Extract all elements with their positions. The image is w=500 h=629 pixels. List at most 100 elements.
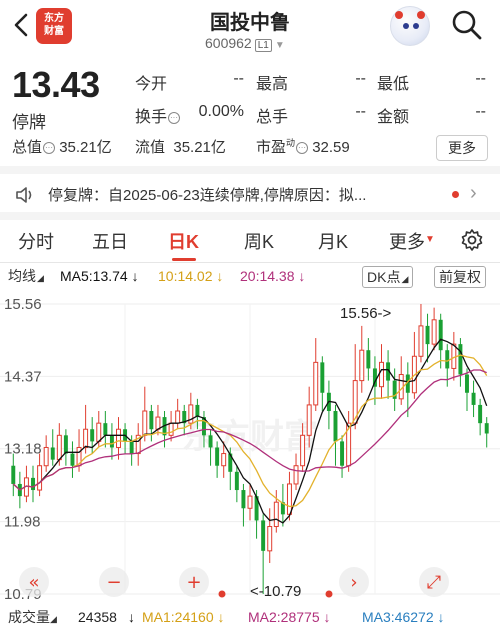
candle-body [431, 319, 437, 345]
ma5-value: MA5:13.74 ↓ [60, 268, 139, 284]
top-bar: 东方 财富 国投中鲁 600962 L1 ▼ [0, 0, 500, 60]
divider [0, 212, 500, 220]
ma-indicator-row: 均线◢ MA5:13.74 ↓ 10:14.02 ↓ 20:14.38 ↓ DK… [0, 266, 500, 288]
candle-body [300, 434, 306, 467]
tab-five-day[interactable]: 五日 [92, 228, 128, 254]
candle-body [116, 428, 121, 448]
caret-down-icon: ▼ [274, 40, 285, 51]
ma10-value: 10:14.02 ↓ [158, 268, 224, 284]
vma1-value: MA1:24160 ↓ [142, 609, 225, 625]
brand-logo: 东方 财富 [36, 8, 72, 44]
y-tick-label: 15.56 [4, 296, 42, 313]
candle-body [247, 495, 253, 509]
fullscreen-icon[interactable]: ⤢ [427, 572, 442, 593]
search-icon[interactable] [450, 8, 484, 42]
divider-dot: ↓ [128, 609, 135, 625]
amount-value: -- [475, 103, 486, 120]
scroll-left-icon[interactable]: « [28, 572, 39, 593]
max-price-label: 15.56-> [340, 305, 392, 322]
tab-monthly-k[interactable]: 月K [318, 228, 348, 254]
candle-body [293, 465, 299, 485]
level-badge: L1 [254, 39, 272, 52]
last-price: 13.43 [12, 64, 100, 105]
caret-down-icon: ▼ [425, 234, 435, 245]
candle-body [333, 411, 338, 442]
candle-body [313, 361, 319, 406]
candle-body [37, 465, 43, 491]
trading-status: 停牌 [12, 113, 46, 132]
scroll-right-icon[interactable]: › [350, 572, 357, 593]
price-adjust-button[interactable]: 前复权 [434, 266, 486, 288]
tab-weekly-k[interactable]: 周K [244, 228, 274, 254]
candle-body [478, 404, 483, 424]
open-label: 今开 [135, 76, 168, 93]
candle-body [83, 428, 89, 448]
info-icon[interactable]: ··· [296, 142, 309, 154]
candle-body [142, 410, 148, 436]
dk-point-button[interactable]: DK点◢ [362, 266, 414, 288]
open-value: -- [233, 70, 244, 87]
divider [0, 166, 500, 174]
tab-intraday[interactable]: 分时 [18, 228, 54, 254]
candle-body [96, 422, 102, 442]
y-tick-label: 13.18 [4, 441, 42, 458]
candle-body [306, 404, 312, 436]
vma2-value: MA2:28775 ↓ [248, 609, 331, 625]
unread-dot [452, 191, 459, 198]
assistant-avatar-icon[interactable] [390, 6, 430, 46]
candle-body [221, 453, 227, 467]
float-cap: 流值 35.21亿 [135, 139, 226, 156]
candle-body [261, 520, 266, 551]
chevron-right-icon[interactable]: › [470, 182, 477, 205]
active-tab-indicator [172, 258, 196, 261]
candle-body [425, 325, 430, 345]
candle-body [286, 483, 292, 515]
candle-body [471, 392, 476, 405]
candle-body [234, 471, 239, 491]
candle-body [175, 410, 181, 424]
candle-body [418, 325, 424, 357]
kline-chart[interactable]: 东方财富 15.56 14.37 13.18 11.98 10.79 15.56-> <-… [0, 288, 500, 608]
candle-body [50, 447, 55, 460]
candle-body [379, 361, 384, 388]
candle-body [320, 362, 325, 393]
vma3-value: MA3:46272 ↓ [362, 609, 445, 625]
settings-gear-icon[interactable] [460, 228, 484, 252]
back-arrow-icon[interactable] [8, 10, 36, 40]
info-icon[interactable]: ··· [168, 112, 181, 124]
candle-body [43, 446, 49, 467]
amount-label: 金额 [377, 109, 410, 126]
stock-code: 600962 [205, 35, 252, 51]
notice-text: 停复牌：自2025-06-23连续停牌,停牌原因：拟... [48, 187, 367, 204]
event-dot [325, 590, 333, 598]
event-dot [218, 590, 226, 598]
candle-body [273, 501, 279, 528]
volume-type-selector[interactable]: 成交量◢ [8, 607, 57, 629]
more-button[interactable]: 更多 [436, 135, 488, 161]
candle-body [208, 435, 213, 448]
stock-code-row[interactable]: 600962 L1 ▼ [205, 35, 285, 52]
ma-type-selector[interactable]: 均线◢ [8, 266, 44, 288]
candle-body [168, 422, 174, 436]
candle-body [215, 447, 220, 466]
candle-body [103, 423, 108, 436]
candle-body [63, 435, 68, 454]
tab-more[interactable]: 更多▼ [389, 228, 435, 254]
zoom-out-icon[interactable]: − [106, 572, 121, 593]
candle-body [11, 465, 16, 484]
candle-body [31, 477, 35, 491]
candle-body [366, 350, 371, 369]
info-icon[interactable]: ··· [43, 142, 56, 154]
high-label: 最高 [256, 76, 289, 93]
tab-daily-k[interactable]: 日K [168, 228, 199, 254]
candle-body [70, 453, 75, 466]
candle-body [267, 526, 273, 552]
suspension-notice[interactable]: 停复牌：自2025-06-23连续停牌,停牌原因：拟... › [0, 176, 500, 212]
candle-body [465, 374, 469, 393]
y-tick-label: 11.98 [4, 514, 40, 531]
turnover-value: 0.00% [198, 103, 244, 120]
speaker-icon [16, 187, 32, 203]
low-value: -- [475, 70, 486, 87]
high-value: -- [355, 70, 366, 87]
zoom-in-icon[interactable]: + [186, 572, 201, 593]
